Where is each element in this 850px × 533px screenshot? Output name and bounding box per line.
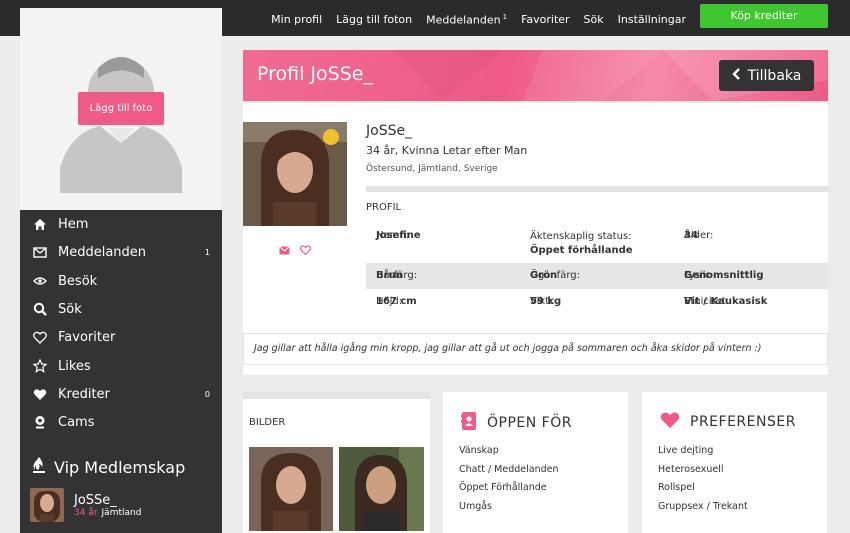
nav-messages-badge: 1 — [502, 13, 508, 21]
sidebar-item-cams[interactable]: Cams — [20, 408, 222, 436]
marital-label: Äktenskaplig status: — [530, 231, 632, 242]
photo-thumbnail[interactable] — [249, 447, 333, 531]
about-me-text: Jag gillar att hålla igång min kropp, ja… — [243, 333, 828, 365]
name-label: Namn: — [376, 230, 410, 241]
credits-count: 0 — [204, 389, 210, 399]
preferences-list: Live dejting Heterosexuell Rollspel Grup… — [658, 442, 748, 516]
envelope-icon — [32, 244, 48, 260]
sidebar-item-label: Likes — [58, 358, 91, 374]
marital-value: Öppet förhållande — [530, 245, 633, 256]
profile-header: Profil JoSSe_ Tillbaka — [243, 50, 828, 101]
vip-membership-link[interactable]: Vip Medlemskap — [32, 456, 185, 478]
back-label: Tillbaka — [747, 67, 802, 84]
pictures-divider — [243, 392, 430, 399]
sidebar-item-label: Besök — [58, 273, 98, 289]
list-item: Live dejting — [658, 445, 714, 456]
nav-settings[interactable]: Inställningar — [618, 13, 686, 27]
nav-favorites[interactable]: Favoriter — [521, 13, 569, 27]
list-item: Gruppsex / Trekant — [658, 500, 748, 512]
messages-count: 1 — [204, 247, 210, 257]
nav-messages-label: Meddelanden — [426, 13, 501, 27]
address-book-icon — [461, 411, 477, 435]
open-for-list: Vänskap Chatt / Meddelanden Öppet Förhål… — [459, 442, 559, 516]
photo-thumbnail[interactable] — [339, 447, 424, 531]
my-age: 34 år — [74, 507, 98, 518]
pictures-title: BILDER — [249, 417, 286, 428]
sidebar-item-label: Cams — [58, 414, 95, 430]
nav-my-profile[interactable]: Min profil — [271, 13, 322, 27]
sidebar-item-home[interactable]: Hem — [20, 210, 222, 238]
top-nav: Min profil Lägg till foton Meddelanden 1 … — [271, 13, 686, 27]
height-label: Höjd: — [376, 296, 403, 307]
sidebar-item-visits[interactable]: Besök — [20, 267, 222, 295]
preferences-title: PREFERENSER — [690, 414, 796, 430]
sidebar-item-label: Meddelanden — [58, 244, 147, 260]
profile-summary: 34 år, Kvinna Letar efter Man — [366, 144, 528, 157]
age-label: Ålder: — [684, 230, 714, 241]
ethnicity-label: Etnicitet: — [684, 296, 729, 307]
profile-section-title: PROFIL — [366, 202, 402, 213]
profile-row: Namn: Josefine Äktenskaplig status: Öppet… — [366, 223, 828, 256]
list-item: Heterosexuell — [658, 463, 724, 475]
nav-add-photos[interactable]: Lägg till foton — [336, 13, 412, 27]
profile-photo-placeholder: Lägg till foto — [20, 8, 222, 210]
eye-icon — [32, 273, 48, 289]
sidebar-item-favorites[interactable]: Favoriter — [20, 323, 222, 351]
back-button[interactable]: Tillbaka — [719, 60, 814, 91]
list-item: Rollspel — [658, 482, 695, 494]
vip-label: Vip Medlemskap — [54, 457, 186, 477]
favorite-heart-icon[interactable] — [299, 240, 312, 259]
eye-label: Ögonfärg: — [530, 270, 580, 281]
profile-row: Hårfärg: Brun Ögonfärg: Grön Fysik: Geno… — [366, 263, 828, 289]
home-icon — [32, 216, 48, 232]
sidebar-item-label: Krediter — [58, 386, 110, 402]
my-region: Jämtland — [101, 507, 142, 518]
sidebar-item-label: Hem — [58, 216, 89, 232]
heart-outline-icon — [32, 329, 48, 345]
heart-icon — [32, 386, 48, 402]
sidebar-item-label: Sök — [58, 301, 82, 317]
sidebar-item-likes[interactable]: Likes — [20, 352, 222, 380]
sidebar-item-credits[interactable]: Krediter 0 — [20, 380, 222, 408]
my-avatar — [30, 488, 64, 522]
pictures-panel: BILDER — [243, 392, 430, 533]
body-label: Fysik: — [684, 270, 712, 281]
nav-search[interactable]: Sök — [584, 13, 604, 27]
search-icon — [32, 301, 48, 317]
add-photo-button[interactable]: Lägg till foto — [78, 92, 164, 125]
open-for-title: ÖPPEN FÖR — [487, 415, 572, 431]
my-username: JoSSe_ — [74, 492, 117, 508]
page-title: Profil JoSSe_ — [257, 63, 373, 85]
list-item: Umgås — [459, 500, 493, 512]
chevron-left-icon — [731, 67, 740, 84]
profile-username: JoSSe_ — [366, 123, 413, 139]
heart-icon — [660, 411, 680, 433]
buy-credits-button[interactable]: Köp krediter — [700, 4, 828, 28]
list-item: Vänskap — [459, 445, 499, 456]
sidebar-item-search[interactable]: Sök — [20, 295, 222, 323]
nav-messages[interactable]: Meddelanden 1 — [426, 13, 507, 27]
weight-label: Vikt: — [530, 296, 553, 307]
my-profile-summary[interactable]: JoSSe_ 34 år Jämtland — [30, 488, 141, 522]
list-item: Chatt / Meddelanden — [459, 463, 559, 475]
webcam-icon — [32, 414, 48, 430]
profile-location: Östersund, Jämtland, Sverige — [366, 164, 498, 174]
hair-label: Hårfärg: — [376, 270, 418, 281]
list-item: Öppet Förhållande — [459, 482, 547, 494]
divider — [366, 186, 828, 192]
sidebar-item-label: Favoriter — [58, 329, 116, 345]
send-message-icon[interactable] — [279, 240, 290, 259]
sidebar-item-messages[interactable]: Meddelanden 1 — [20, 238, 222, 266]
profile-row: Höjd: 167 cm Vikt: 59 kg Etnicitet: Vit … — [366, 289, 828, 315]
sidebar: Hem Meddelanden 1 Besök Sök Favoriter Li… — [20, 210, 222, 533]
profile-actions — [279, 240, 312, 259]
star-icon — [32, 358, 48, 374]
open-for-panel: ÖPPEN FÖR Vänskap Chatt / Meddelanden Öp… — [443, 392, 628, 533]
flame-icon — [32, 456, 46, 478]
preferences-panel: PREFERENSER Live dejting Heterosexuell R… — [642, 392, 827, 533]
verified-badge-icon — [323, 129, 339, 145]
